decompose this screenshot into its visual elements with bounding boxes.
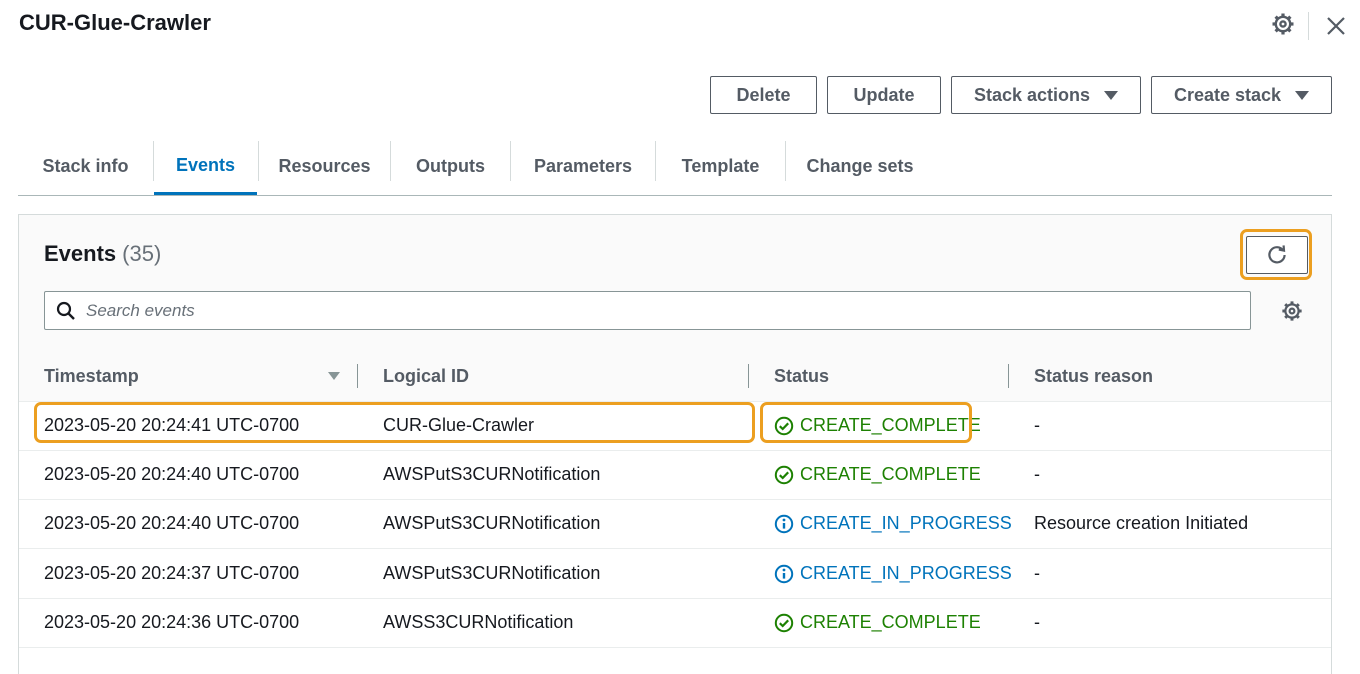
cell-timestamp: 2023-05-20 20:24:36 UTC-0700 — [44, 612, 300, 632]
events-panel-header: Events (35) — [19, 215, 1331, 352]
tab-events[interactable]: Events — [154, 138, 257, 195]
table-header: Timestamp Logical ID Status Status reaso… — [19, 351, 1331, 402]
info-icon — [774, 564, 794, 584]
cell-timestamp: 2023-05-20 20:24:37 UTC-0700 — [44, 563, 300, 583]
cell-logical-id: AWSS3CURNotification — [383, 612, 574, 632]
search-input[interactable] — [84, 299, 1188, 322]
header-divider — [1308, 12, 1309, 40]
caret-down-icon — [1104, 90, 1119, 100]
table-row[interactable]: 2023-05-20 20:24:36 UTC-0700 AWSS3CURNoti… — [19, 598, 1331, 648]
cell-logical-id: CUR-Glue-Crawler — [383, 415, 535, 435]
success-check-icon — [774, 613, 794, 633]
cell-status-reason: - — [1034, 563, 1040, 583]
tab-resources[interactable]: Resources — [259, 138, 390, 195]
tab-stack-info[interactable]: Stack info — [18, 138, 153, 195]
column-header-logical-id[interactable]: Logical ID — [383, 351, 469, 401]
cell-status-reason: - — [1034, 415, 1040, 435]
cell-status: CREATE_COMPLETE — [774, 450, 981, 499]
tab-bar: Stack info Events Resources Outputs Para… — [18, 138, 1332, 196]
status-text: CREATE_IN_PROGRESS — [800, 563, 1012, 583]
status-text: CREATE_COMPLETE — [800, 415, 981, 435]
search-icon — [56, 301, 75, 320]
cell-status: CREATE_COMPLETE — [774, 598, 981, 647]
table-settings-icon[interactable] — [1281, 300, 1303, 327]
status-text: CREATE_IN_PROGRESS — [800, 513, 1012, 533]
caret-down-icon — [1295, 90, 1310, 100]
column-header-timestamp[interactable]: Timestamp — [44, 351, 139, 401]
refresh-button[interactable] — [1246, 236, 1308, 274]
column-resizer[interactable] — [1008, 364, 1009, 388]
cell-status: CREATE_IN_PROGRESS — [774, 549, 1012, 598]
cell-status-reason: - — [1034, 464, 1040, 484]
cell-status: CREATE_IN_PROGRESS — [774, 499, 1012, 548]
sort-descending-icon[interactable] — [328, 372, 340, 380]
create-stack-label: Create stack — [1173, 84, 1282, 105]
update-button[interactable]: Update — [827, 76, 941, 114]
stack-title: CUR-Glue-Crawler — [19, 10, 211, 35]
column-resizer[interactable] — [357, 364, 358, 388]
table-row[interactable]: 2023-05-20 20:24:41 UTC-0700 CUR-Glue-Cra… — [19, 401, 1331, 451]
column-header-status-reason[interactable]: Status reason — [1034, 351, 1153, 401]
success-check-icon — [774, 465, 794, 485]
create-stack-button[interactable]: Create stack — [1151, 76, 1332, 114]
gear-icon[interactable] — [1271, 12, 1295, 41]
cell-status-reason: - — [1034, 612, 1040, 632]
status-text: CREATE_COMPLETE — [800, 464, 981, 484]
search-field[interactable] — [44, 291, 1251, 330]
close-icon[interactable] — [1325, 15, 1347, 42]
table-row[interactable]: 2023-05-20 20:24:40 UTC-0700 AWSPutS3CURN… — [19, 499, 1331, 549]
events-title: Events — [44, 241, 117, 266]
cell-status: CREATE_COMPLETE — [774, 401, 981, 450]
cell-logical-id: AWSPutS3CURNotification — [383, 513, 601, 533]
table-row[interactable]: 2023-05-20 20:24:37 UTC-0700 AWSPutS3CURN… — [19, 549, 1331, 599]
info-icon — [774, 514, 794, 534]
tab-template[interactable]: Template — [656, 138, 785, 195]
cell-timestamp: 2023-05-20 20:24:40 UTC-0700 — [44, 513, 300, 533]
refresh-icon — [1268, 245, 1286, 264]
table-row[interactable]: 2023-05-20 20:24:40 UTC-0700 AWSPutS3CURN… — [19, 450, 1331, 500]
events-panel: Events (35) Search events Timestamp Logi… — [18, 214, 1332, 674]
cell-logical-id: AWSPutS3CURNotification — [383, 464, 601, 484]
tab-change-sets[interactable]: Change sets — [786, 138, 934, 195]
tab-parameters[interactable]: Parameters — [511, 138, 655, 195]
cell-timestamp: 2023-05-20 20:24:41 UTC-0700 — [44, 415, 300, 435]
status-text: CREATE_COMPLETE — [800, 612, 981, 632]
stack-actions-label: Stack actions — [973, 84, 1091, 105]
cell-timestamp: 2023-05-20 20:24:40 UTC-0700 — [44, 464, 300, 484]
events-count: (35) — [122, 241, 162, 266]
cell-logical-id: AWSPutS3CURNotification — [383, 563, 601, 583]
stack-actions-button[interactable]: Stack actions — [951, 76, 1141, 114]
column-header-status[interactable]: Status — [774, 351, 829, 401]
events-heading: Events (35) — [44, 241, 161, 267]
tab-outputs[interactable]: Outputs — [391, 138, 510, 195]
column-resizer[interactable] — [748, 364, 749, 388]
cell-status-reason: Resource creation Initiated — [1034, 513, 1249, 533]
success-check-icon — [774, 416, 794, 436]
delete-button[interactable]: Delete — [710, 76, 817, 114]
